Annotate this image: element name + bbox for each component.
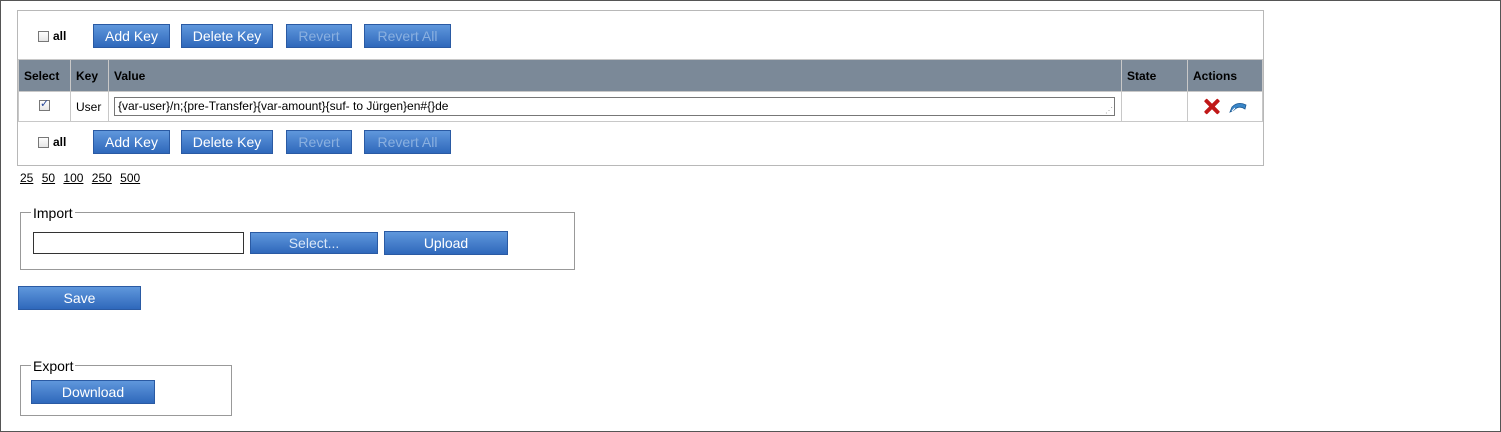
value-text: {var-user}/n;{pre-Transfer}{var-amount}{… xyxy=(118,99,449,113)
export-fieldset: Export Download xyxy=(20,358,232,416)
delete-key-button-top[interactable]: Delete Key xyxy=(181,24,273,48)
page-size-500[interactable]: 500 xyxy=(120,171,140,185)
page-size-100[interactable]: 100 xyxy=(63,171,83,185)
revert-all-button-top[interactable]: Revert All xyxy=(364,24,451,48)
table-row: User {var-user}/n;{pre-Transfer}{var-amo… xyxy=(18,91,1263,122)
page-size-25[interactable]: 25 xyxy=(20,171,33,185)
row-select-cell xyxy=(18,91,71,122)
edit-row-icon[interactable] xyxy=(1229,101,1247,113)
key-grid-panel: all Add Key Delete Key Revert Revert All… xyxy=(17,10,1264,166)
import-legend: Import xyxy=(31,205,75,221)
row-select-checkbox[interactable] xyxy=(39,97,50,111)
delete-row-icon[interactable] xyxy=(1203,98,1220,115)
delete-key-button-bottom[interactable]: Delete Key xyxy=(181,130,273,154)
resize-grip-icon[interactable]: ⋰ xyxy=(1105,107,1113,115)
download-button[interactable]: Download xyxy=(31,380,155,404)
import-upload-button[interactable]: Upload xyxy=(384,231,508,255)
select-all-checkbox-top[interactable] xyxy=(38,31,49,42)
table-header-row: Select Key Value State Actions xyxy=(18,59,1263,92)
select-all-label-top: all xyxy=(53,29,67,43)
value-textarea[interactable]: {var-user}/n;{pre-Transfer}{var-amount}{… xyxy=(114,97,1115,116)
import-fieldset: Import Select... Upload xyxy=(20,205,575,270)
export-legend: Export xyxy=(31,358,76,374)
import-select-button[interactable]: Select... xyxy=(250,232,378,254)
header-actions: Actions xyxy=(1187,59,1263,92)
select-all-label-bottom: all xyxy=(53,135,67,149)
add-key-button-bottom[interactable]: Add Key xyxy=(93,130,170,154)
revert-button-bottom[interactable]: Revert xyxy=(286,130,352,154)
header-key[interactable]: Key xyxy=(70,59,109,92)
header-select[interactable]: Select xyxy=(18,59,71,92)
select-all-checkbox-bottom[interactable] xyxy=(38,137,49,148)
revert-all-button-bottom[interactable]: Revert All xyxy=(364,130,451,154)
save-button[interactable]: Save xyxy=(18,286,141,310)
add-key-button-top[interactable]: Add Key xyxy=(93,24,170,48)
page-size-50[interactable]: 50 xyxy=(42,171,55,185)
bottom-toolbar: all Add Key Delete Key Revert Revert All xyxy=(18,130,1263,158)
row-state-cell xyxy=(1121,91,1188,122)
header-state[interactable]: State xyxy=(1121,59,1188,92)
page-size-selector: 25 50 100 250 500 xyxy=(20,171,145,185)
row-actions-cell xyxy=(1187,91,1263,122)
import-file-input[interactable] xyxy=(33,232,244,254)
header-value[interactable]: Value xyxy=(108,59,1122,92)
top-toolbar: all Add Key Delete Key Revert Revert All xyxy=(18,23,1263,51)
row-key-cell: User xyxy=(70,91,109,122)
revert-button-top[interactable]: Revert xyxy=(286,24,352,48)
page-size-250[interactable]: 250 xyxy=(92,171,112,185)
key-table: Select Key Value State Actions User {var… xyxy=(18,59,1263,122)
row-value-cell: {var-user}/n;{pre-Transfer}{var-amount}{… xyxy=(108,91,1122,122)
